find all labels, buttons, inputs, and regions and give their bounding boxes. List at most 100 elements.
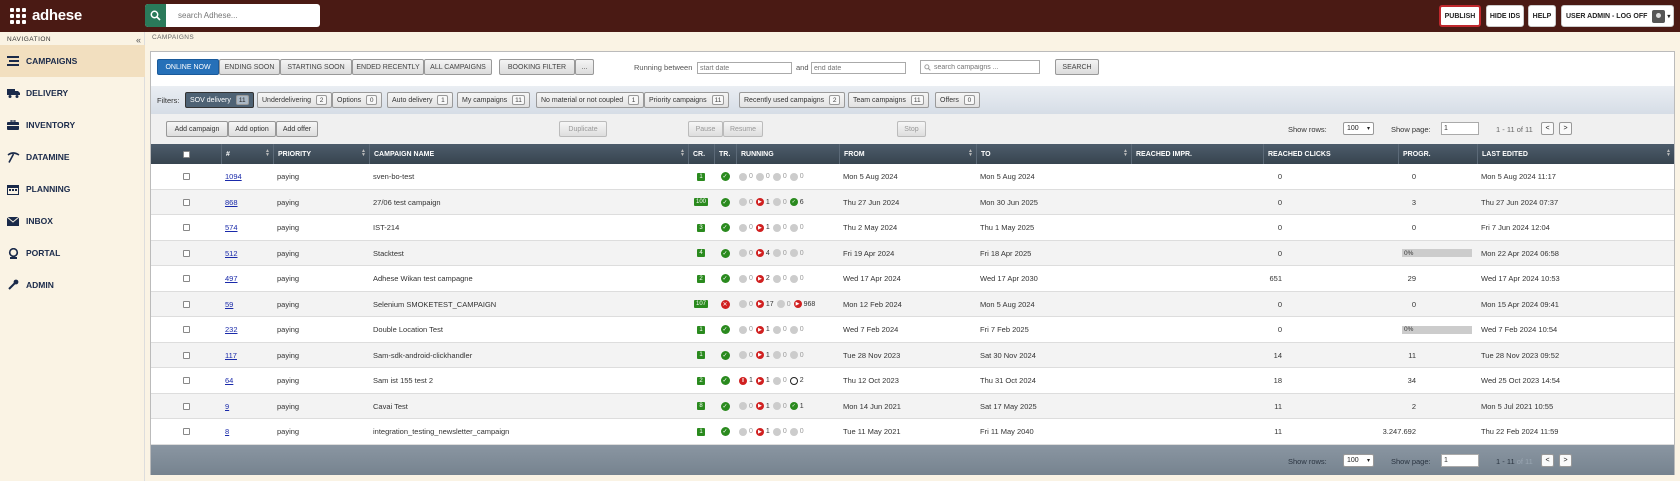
global-search-input[interactable]	[178, 11, 318, 20]
stop-button[interactable]: Stop	[897, 121, 926, 137]
sidebar-item-delivery[interactable]: DELIVERY	[0, 77, 145, 109]
row-checkbox[interactable]	[182, 402, 190, 410]
campaign-id-link[interactable]: 512	[225, 249, 238, 258]
adhese-logo[interactable]: adhese	[10, 7, 82, 24]
table-row[interactable]: 512 paying Stacktest 4 ✓ 0 ▶ 4 0 0 Fri 19 Apr 2024…	[151, 240, 1674, 266]
user-logoff-button[interactable]: USER ADMIN - LOG OFF ▾	[1561, 5, 1674, 27]
campaign-search-field[interactable]	[920, 60, 1040, 74]
sidebar-item-portal[interactable]: PORTAL	[0, 237, 145, 269]
prev-page-button[interactable]: <	[1541, 122, 1554, 135]
row-checkbox[interactable]	[182, 224, 190, 231]
tab-all-campaigns[interactable]: ALL CAMPAIGNS	[424, 59, 492, 75]
collapse-sidebar-icon[interactable]: «	[136, 35, 141, 45]
show-page-input[interactable]	[1441, 122, 1479, 135]
publish-button[interactable]: PUBLISH	[1439, 5, 1481, 27]
pause-button[interactable]: Pause	[688, 121, 723, 137]
sidebar-item-planning[interactable]: PLANNING	[0, 173, 145, 205]
table-row[interactable]: 868 paying 27/06 test campaign 100 ✓ 0 ▶ 1 0 ✓ 6 Th…	[151, 189, 1674, 215]
column-header-tr[interactable]: TR.	[714, 144, 736, 164]
row-checkbox[interactable]	[182, 300, 190, 308]
filter-no-material-or-not-coupled[interactable]: No material or not coupled 1	[536, 92, 645, 108]
footer-prev-page-button[interactable]: <	[1541, 454, 1554, 467]
next-page-button[interactable]: >	[1559, 122, 1572, 135]
filter-options[interactable]: Options 0	[332, 92, 383, 108]
campaign-id-link[interactable]: 574	[225, 223, 238, 232]
row-checkbox[interactable]	[182, 198, 190, 206]
row-checkbox[interactable]	[182, 326, 190, 333]
tab-ending-soon[interactable]: ENDING SOON	[219, 59, 280, 75]
column-header-reached-clicks[interactable]: REACHED CLICKS	[1263, 144, 1398, 164]
table-row[interactable]: 574 paying IST-214 3 ✓ 0 ▶ 1 0 0 Thu 2 May 2024 Thu…	[151, 215, 1674, 241]
campaign-id-link[interactable]: 9	[225, 402, 229, 411]
table-row[interactable]: 1094 paying sven-bo-test 1 ✓ 0 0 0 0 Mon 5 Aug 20…	[151, 164, 1674, 190]
tab-starting-soon[interactable]: STARTING SOON	[280, 59, 352, 75]
row-checkbox[interactable]	[182, 173, 190, 180]
search-campaigns-button[interactable]: SEARCH	[1055, 59, 1099, 75]
filter-recently-used-campaigns[interactable]: Recently used campaigns 2	[739, 92, 846, 108]
column-header-priority[interactable]: PRIORITY ▲ ▼	[273, 144, 369, 164]
booking-filter-button[interactable]: BOOKING FILTER	[499, 59, 575, 75]
campaign-id-link[interactable]: 497	[225, 274, 238, 283]
duplicate-button[interactable]: Duplicate	[559, 121, 607, 137]
filter-team-campaigns[interactable]: Team campaigns 11	[848, 92, 929, 108]
column-header-from[interactable]: FROM ▲ ▼	[839, 144, 976, 164]
filter-offers[interactable]: Offers 0	[935, 92, 980, 108]
column-header-to[interactable]: TO ▲ ▼	[976, 144, 1131, 164]
start-date-input[interactable]	[697, 62, 792, 74]
column-header-campaign-name[interactable]: CAMPAIGN NAME ▲ ▼	[369, 144, 688, 164]
table-row[interactable]: 59 paying Selenium SMOKETEST_CAMPAIGN 107 ✕ 0…	[151, 291, 1674, 317]
table-row[interactable]: 8 paying integration_testing_newsletter_ca…	[151, 419, 1674, 445]
sidebar-item-inbox[interactable]: INBOX	[0, 205, 145, 237]
footer-show-rows-select[interactable]: 100 ▾	[1343, 454, 1374, 467]
campaign-id-link[interactable]: 64	[225, 376, 233, 385]
tab-ended-recently[interactable]: ENDED RECENTLY	[352, 59, 424, 75]
add-campaign-button[interactable]: Add campaign	[166, 121, 228, 137]
row-checkbox[interactable]	[182, 249, 190, 257]
sidebar-item-campaigns[interactable]: CAMPAIGNS	[0, 45, 145, 77]
booking-filter-more-button[interactable]: ...	[575, 59, 594, 75]
table-row[interactable]: 64 paying Sam ist 155 test 2 2 ✓ II 1 ▶ 1 0 2 Thu 1…	[151, 368, 1674, 394]
campaign-id-link[interactable]: 59	[225, 300, 233, 309]
sidebar-item-datamine[interactable]: DATAMINE	[0, 141, 145, 173]
row-checkbox[interactable]	[182, 351, 190, 359]
column-header-[interactable]: # ▲ ▼	[221, 144, 273, 164]
row-checkbox[interactable]	[182, 377, 190, 384]
column-header-running[interactable]: RUNNING	[736, 144, 839, 164]
sidebar-item-admin[interactable]: ADMIN	[0, 269, 145, 301]
campaign-id-link[interactable]: 117	[225, 351, 237, 360]
column-header-progr[interactable]: PROGR.	[1398, 144, 1477, 164]
filter-my-campaigns[interactable]: My campaigns 11	[457, 92, 530, 108]
filter-underdelivering[interactable]: Underdelivering 2	[257, 92, 333, 108]
campaign-id-link[interactable]: 1094	[225, 172, 242, 181]
sidebar-item-inventory[interactable]: INVENTORY	[0, 109, 145, 141]
column-header-reached-impr[interactable]: REACHED IMPR.	[1131, 144, 1263, 164]
table-row[interactable]: 232 paying Double Location Test 1 ✓ 0 ▶ 1 0 0 Wed …	[151, 317, 1674, 343]
footer-next-page-button[interactable]: >	[1559, 454, 1572, 467]
running-status-count: 0	[782, 326, 787, 333]
filter-sov-delivery[interactable]: SOV delivery 11	[185, 92, 254, 108]
filter-priority-campaigns[interactable]: Priority campaigns 11	[644, 92, 730, 108]
campaign-id-link[interactable]: 868	[225, 198, 238, 207]
row-checkbox[interactable]	[182, 275, 190, 282]
column-header-cr[interactable]: CR.	[688, 144, 714, 164]
add-option-button[interactable]: Add option	[228, 121, 276, 137]
footer-show-page-input[interactable]	[1441, 454, 1479, 467]
filter-auto-delivery[interactable]: Auto delivery 1	[387, 92, 454, 108]
table-row[interactable]: 497 paying Adhese Wikan test campagne 2 ✓ 0 ▶ 2…	[151, 266, 1674, 292]
select-all-checkbox[interactable]	[182, 150, 190, 158]
resume-button[interactable]: Resume	[723, 121, 763, 137]
add-offer-button[interactable]: Add offer	[276, 121, 318, 137]
row-checkbox[interactable]	[182, 428, 190, 435]
column-header-last-edited[interactable]: LAST EDITED ▲ ▼	[1477, 144, 1674, 164]
campaign-id-link[interactable]: 232	[225, 325, 238, 334]
campaign-search-input[interactable]	[934, 63, 1034, 71]
help-button[interactable]: HELP	[1528, 5, 1556, 27]
table-row[interactable]: 117 paying Sam-sdk-android-clickhandler 1 ✓ 0…	[151, 342, 1674, 368]
search-button[interactable]	[145, 4, 166, 27]
tab-online-now[interactable]: ONLINE NOW	[157, 59, 219, 75]
end-date-input[interactable]	[811, 62, 906, 74]
hide-ids-button[interactable]: HIDE IDS	[1486, 5, 1524, 27]
show-rows-select[interactable]: 100 ▾	[1343, 122, 1374, 135]
campaign-id-link[interactable]: 8	[225, 427, 229, 436]
table-row[interactable]: 9 paying Cavai Test 8 ✓ 0 ▶ 1 0 ✓ 1 Mon 14 Jun 2021…	[151, 393, 1674, 419]
